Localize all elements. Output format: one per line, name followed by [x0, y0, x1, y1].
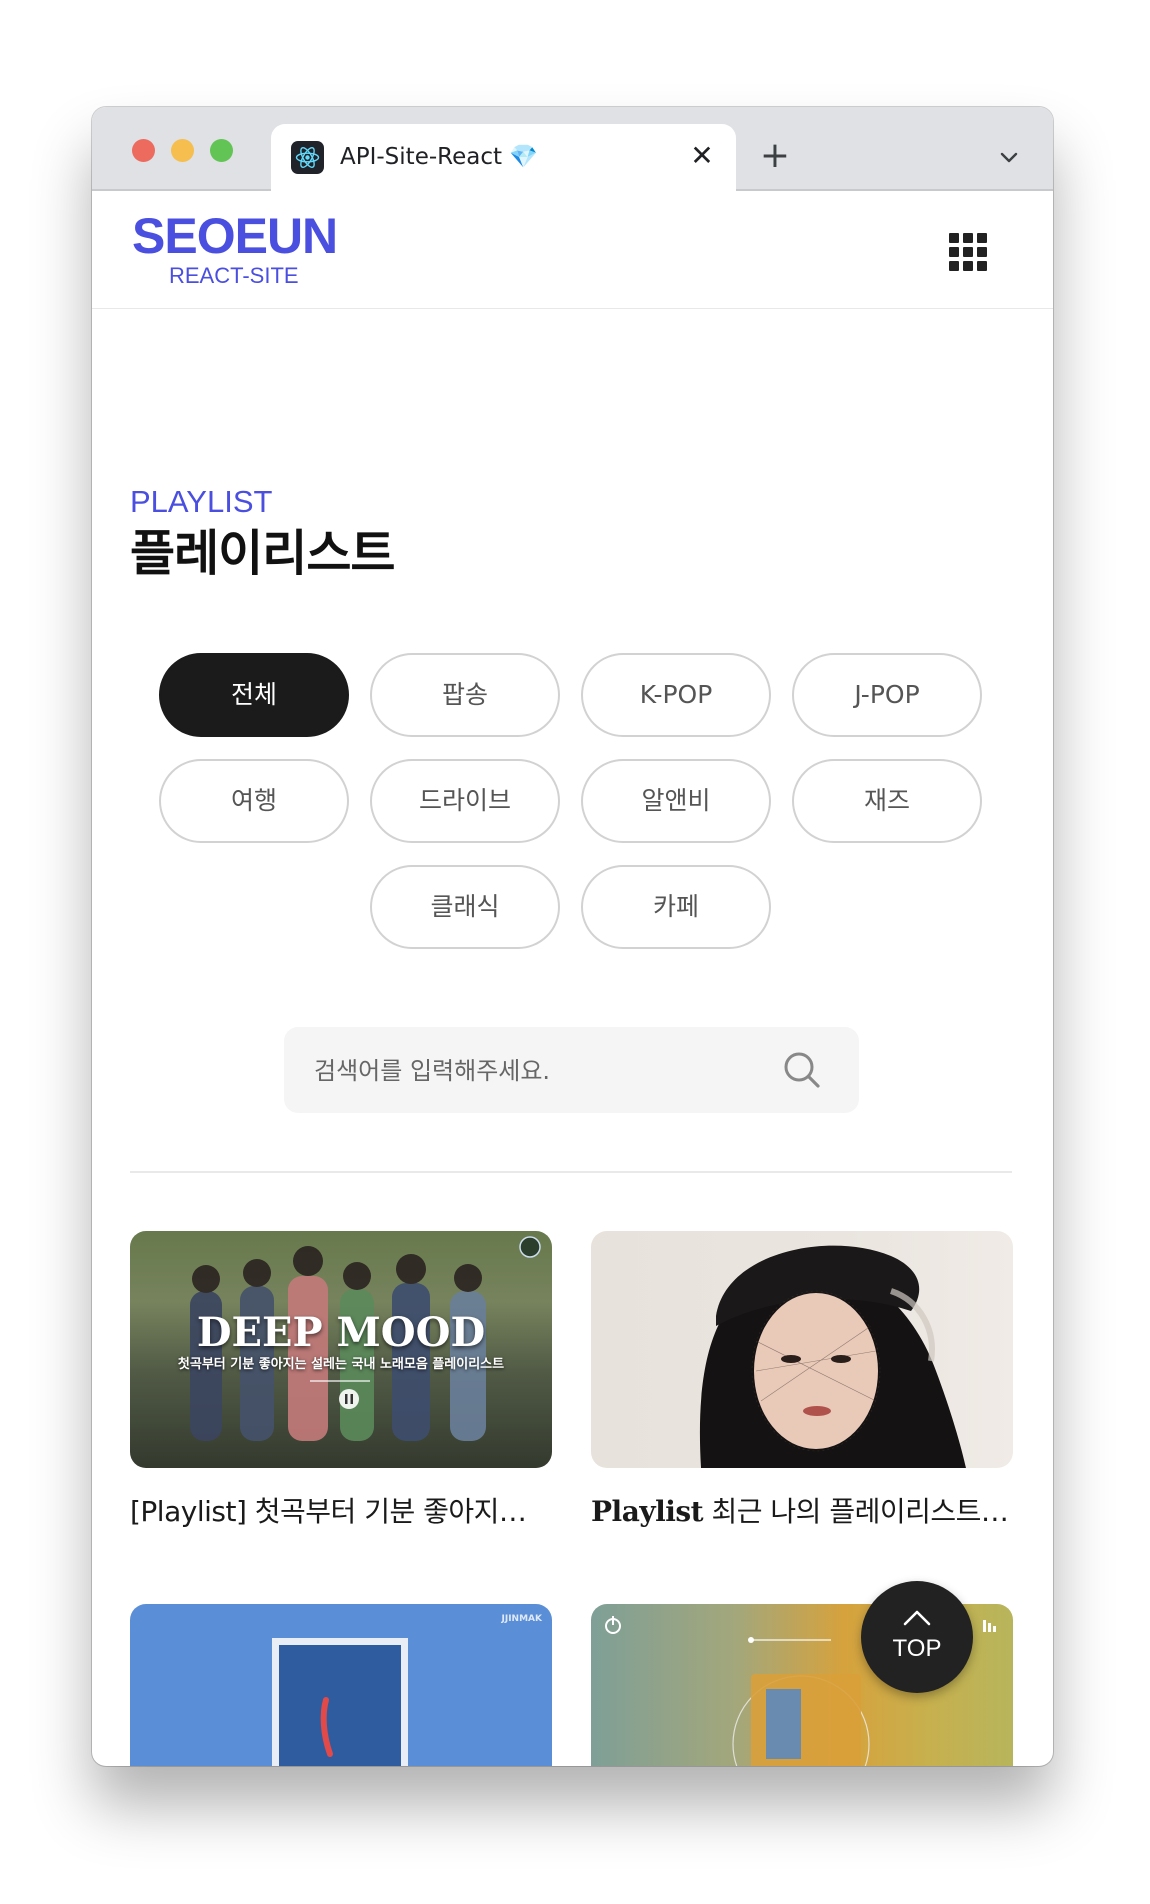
playlist-thumbnail[interactable] [591, 1231, 1013, 1468]
tab-title: API-Site-React 💎 [340, 144, 538, 170]
category-chip-cafe[interactable]: 카페 [581, 865, 771, 949]
playlist-card[interactable]: JJINMAK [130, 1604, 552, 1766]
browser-tab-bar: API-Site-React 💎 ✕ + [92, 107, 1053, 191]
playlist-thumbnail[interactable]: DEEP MOOD 첫곡부터 기분 좋아지는 설레는 국내 노래모음 플레이리스… [130, 1231, 552, 1468]
logo-main-text: SEOEUN [132, 208, 338, 264]
thumbnail-text: DEEP MOOD [196, 1309, 486, 1356]
category-chip-rnb[interactable]: 알앤비 [581, 759, 771, 843]
category-chip-drive[interactable]: 드라이브 [370, 759, 560, 843]
playlist-card[interactable]: Playlist 최근 나의 플레이리스트 모음 [591, 1231, 1013, 1530]
scroll-top-label: TOP [892, 1635, 942, 1662]
search-icon[interactable] [780, 1048, 824, 1092]
section-eyebrow: PLAYLIST [130, 484, 273, 519]
new-tab-icon[interactable]: + [756, 138, 794, 176]
thumbnail-subtext: 첫곡부터 기분 좋아지는 설레는 국내 노래모음 플레이리스트 [177, 1357, 505, 1372]
category-chip-all[interactable]: 전체 [159, 653, 349, 737]
category-chip-kpop[interactable]: K-POP [581, 653, 771, 737]
site-header: SEOEUN REACT-SITE [92, 193, 1053, 309]
maximize-window-button[interactable] [210, 139, 233, 162]
search-input[interactable] [312, 1027, 776, 1115]
grid-menu-icon[interactable] [949, 233, 987, 271]
close-window-button[interactable] [132, 139, 155, 162]
search-box [284, 1027, 859, 1115]
divider [130, 1171, 1012, 1173]
browser-tab-active[interactable]: API-Site-React 💎 ✕ [271, 124, 736, 191]
playlist-thumbnail[interactable]: JJINMAK [130, 1604, 552, 1766]
close-tab-icon[interactable]: ✕ [686, 140, 718, 172]
page-title: 플레이리스트 [130, 525, 395, 582]
category-chip-classic[interactable]: 클래식 [370, 865, 560, 949]
category-chip-jazz[interactable]: 재즈 [792, 759, 982, 843]
playlist-title-bold: Playlist [591, 1495, 704, 1528]
scroll-top-button[interactable]: TOP [861, 1581, 973, 1693]
chevron-down-icon[interactable] [997, 145, 1021, 169]
chevron-up-icon [903, 1610, 931, 1626]
category-chip-pop[interactable]: 팝송 [370, 653, 560, 737]
playlist-title[interactable]: Playlist 최근 나의 플레이리스트 모음 [591, 1490, 1013, 1530]
logo-sub-text: REACT-SITE [169, 263, 299, 288]
browser-window: API-Site-React 💎 ✕ + SEOEUN REACT-SITE P… [92, 107, 1053, 1766]
minimize-window-button[interactable] [171, 139, 194, 162]
playlist-title-rest: 최근 나의 플레이리스트 모음 [703, 1495, 1013, 1528]
playlist-title[interactable]: [Playlist] 첫곡부터 기분 좋아지는 설레는 국내 노래모음 플레이리… [130, 1490, 552, 1530]
playlist-card[interactable]: DEEP MOOD 첫곡부터 기분 좋아지는 설레는 국내 노래모음 플레이리스… [130, 1231, 552, 1530]
react-icon [291, 141, 324, 174]
category-chip-jpop[interactable]: J-POP [792, 653, 982, 737]
thumbnail-text: JJINMAK [501, 1614, 542, 1624]
category-chip-travel[interactable]: 여행 [159, 759, 349, 843]
